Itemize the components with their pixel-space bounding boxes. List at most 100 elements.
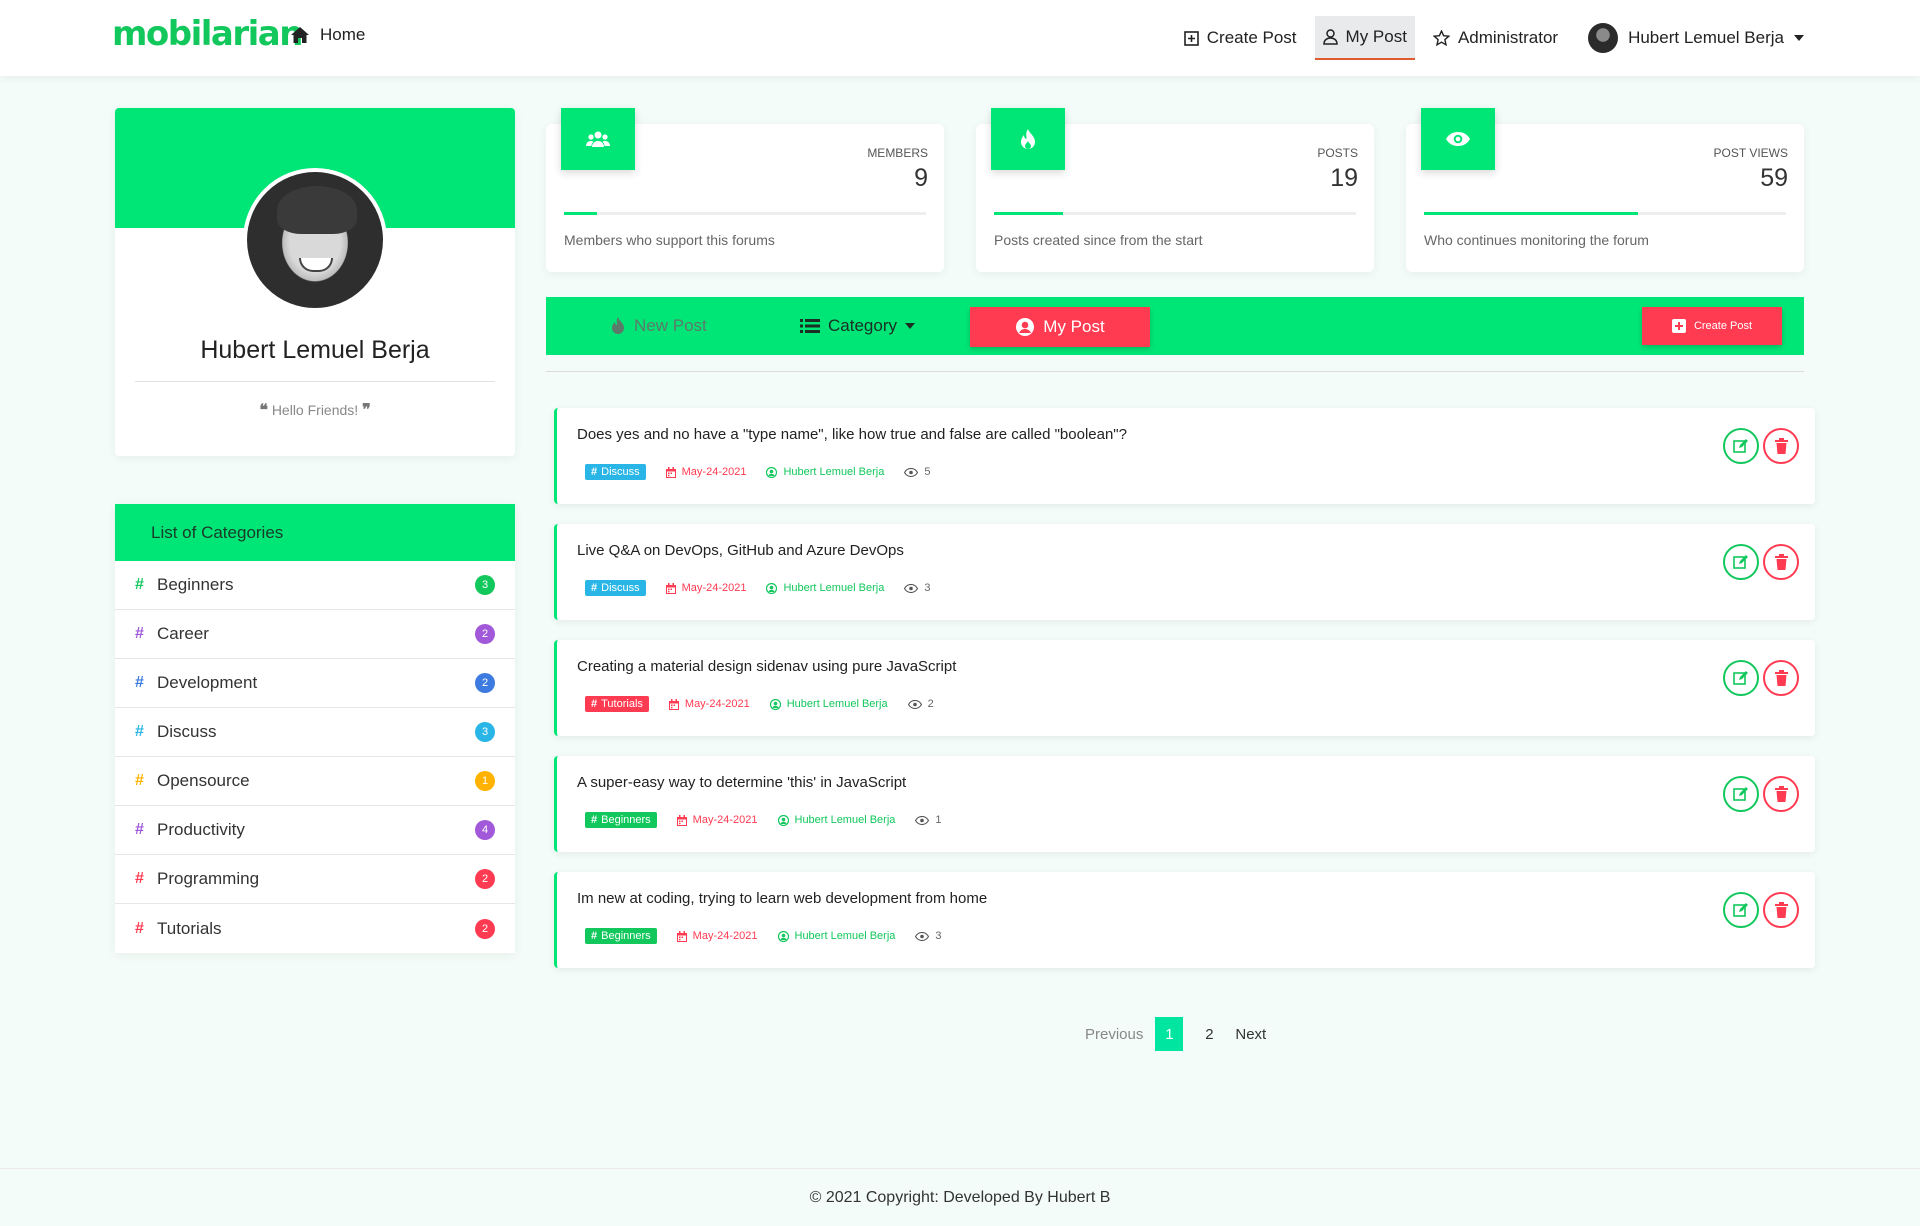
post-tag[interactable]: # Beginners <box>585 928 657 944</box>
post-actions <box>1723 660 1799 696</box>
stat-card-members: MEMBERS 9 Members who support this forums <box>546 108 944 272</box>
calendar-icon <box>668 698 679 710</box>
post-tag[interactable]: # Tutorials <box>585 696 649 712</box>
post-card[interactable]: Creating a material design sidenav using… <box>554 640 1815 736</box>
user-circle-icon <box>769 698 781 710</box>
category-item[interactable]: # Opensource 1 <box>115 757 515 806</box>
calendar-icon <box>665 466 676 478</box>
edit-post-button[interactable] <box>1723 660 1759 696</box>
pagination-page-2[interactable]: 2 <box>1195 1017 1223 1051</box>
stat-progress-fill <box>1424 212 1638 215</box>
edit-post-button[interactable] <box>1723 892 1759 928</box>
post-date-text: May-24-2021 <box>684 698 750 710</box>
post-tag[interactable]: # Beginners <box>585 812 657 828</box>
pagination-previous[interactable]: Previous <box>1085 1026 1143 1043</box>
profile-card: Hubert Lemuel Berja ❝ Hello Friends! ❞ <box>115 108 515 456</box>
new-post-tab[interactable]: New Post <box>610 297 707 355</box>
footer-copyright: © 2021 Copyright: Developed By Hubert B <box>809 1188 1111 1206</box>
caret-down-icon <box>1794 35 1804 41</box>
category-count-badge: 3 <box>475 722 495 742</box>
plus-square-icon <box>1671 319 1686 333</box>
quote-right-icon: ❞ <box>362 402 371 419</box>
nav-administrator-link[interactable]: Administrator <box>1425 16 1566 60</box>
delete-post-button[interactable] <box>1763 428 1799 464</box>
post-views: 3 <box>904 582 930 594</box>
category-item[interactable]: # Tutorials 2 <box>115 904 515 953</box>
nav-my-post-link[interactable]: My Post <box>1314 16 1415 60</box>
brand-logo[interactable]: mobilarian <box>112 14 303 54</box>
pagination-next[interactable]: Next <box>1235 1026 1266 1043</box>
nav-create-post-link[interactable]: Create Post <box>1176 16 1305 60</box>
pagination-page-1[interactable]: 1 <box>1155 1017 1184 1051</box>
user-menu-dropdown[interactable]: Hubert Lemuel Berja <box>1576 23 1804 53</box>
post-meta: # Tutorials May-24-2021 Hubert Lemuel Berja… <box>585 696 934 712</box>
hashtag-icon: # <box>135 723 144 740</box>
post-card[interactable]: Does yes and no have a "type name", like… <box>554 408 1815 504</box>
post-date: May-24-2021 <box>676 930 758 942</box>
category-item[interactable]: # Programming 2 <box>115 855 515 904</box>
category-count-badge: 4 <box>475 820 495 840</box>
post-author[interactable]: Hubert Lemuel Berja <box>766 582 884 594</box>
post-tag[interactable]: # Discuss <box>585 464 646 480</box>
post-views: 2 <box>907 698 934 710</box>
category-item[interactable]: # Career 2 <box>115 610 515 659</box>
hashtag-icon: # <box>135 674 144 691</box>
post-card[interactable]: Im new at coding, trying to learn web de… <box>554 872 1815 968</box>
edit-post-button[interactable] <box>1723 428 1759 464</box>
post-tag-label: Tutorials <box>601 698 643 710</box>
post-author[interactable]: Hubert Lemuel Berja <box>777 814 895 826</box>
post-title[interactable]: Live Q&A on DevOps, GitHub and Azure Dev… <box>577 542 904 559</box>
post-author[interactable]: Hubert Lemuel Berja <box>769 698 888 710</box>
my-post-label: My Post <box>1043 317 1105 336</box>
category-item[interactable]: # Discuss 3 <box>115 708 515 757</box>
post-toolbar: New Post Category My Post Create Post <box>546 297 1804 355</box>
my-post-button[interactable]: My Post <box>970 307 1150 347</box>
post-author[interactable]: Hubert Lemuel Berja <box>777 930 896 942</box>
stat-progress-fill <box>994 212 1063 215</box>
post-title[interactable]: A super-easy way to determine 'this' in … <box>577 774 906 791</box>
edit-icon <box>1733 787 1748 801</box>
category-item[interactable]: # Beginners 3 <box>115 561 515 610</box>
category-count-badge: 2 <box>475 624 495 644</box>
quote-left-icon: ❝ <box>259 402 268 419</box>
category-label: Tutorials <box>157 918 222 938</box>
post-tag-label: Beginners <box>601 814 651 826</box>
hashtag-icon: # <box>135 625 144 642</box>
nav-home-link[interactable]: Home <box>290 25 365 45</box>
post-tag[interactable]: # Discuss <box>585 580 646 596</box>
delete-post-button[interactable] <box>1763 892 1799 928</box>
post-author-name: Hubert Lemuel Berja <box>794 930 896 942</box>
user-avatar <box>1588 23 1619 53</box>
pagination: Previous 1 2 Next <box>1085 1017 1266 1051</box>
categories-list: # Beginners 3 # Career 2 # Development 2 # Discuss… <box>115 561 515 953</box>
delete-post-button[interactable] <box>1763 776 1799 812</box>
create-post-button[interactable]: Create Post <box>1642 307 1782 345</box>
post-card[interactable]: A super-easy way to determine 'this' in … <box>554 756 1815 852</box>
post-title[interactable]: Does yes and no have a "type name", like… <box>577 426 1127 443</box>
post-views-count: 3 <box>935 930 942 942</box>
stat-progress-track <box>564 212 926 215</box>
edit-post-button[interactable] <box>1723 776 1759 812</box>
edit-post-button[interactable] <box>1723 544 1759 580</box>
delete-post-button[interactable] <box>1763 544 1799 580</box>
post-title[interactable]: Im new at coding, trying to learn web de… <box>577 890 987 907</box>
stat-value: 9 <box>914 164 928 192</box>
post-author-name: Hubert Lemuel Berja <box>786 698 888 710</box>
stat-progress-track <box>994 212 1356 215</box>
eye-icon <box>907 699 922 709</box>
post-title[interactable]: Creating a material design sidenav using… <box>577 658 956 675</box>
stat-value: 59 <box>1760 164 1788 192</box>
delete-post-button[interactable] <box>1763 660 1799 696</box>
edit-icon <box>1733 555 1748 569</box>
post-author[interactable]: Hubert Lemuel Berja <box>766 466 884 478</box>
fire-icon <box>612 317 624 334</box>
category-dropdown[interactable]: Category <box>800 297 915 355</box>
post-tag-label: Discuss <box>601 582 640 594</box>
hashtag-icon: # <box>591 582 598 594</box>
stat-description: Posts created since from the start <box>994 232 1203 248</box>
post-views: 1 <box>915 814 942 826</box>
category-item[interactable]: # Productivity 4 <box>115 806 515 855</box>
category-item[interactable]: # Development 2 <box>115 659 515 708</box>
post-card[interactable]: Live Q&A on DevOps, GitHub and Azure Dev… <box>554 524 1815 620</box>
stat-progress-fill <box>564 212 597 215</box>
